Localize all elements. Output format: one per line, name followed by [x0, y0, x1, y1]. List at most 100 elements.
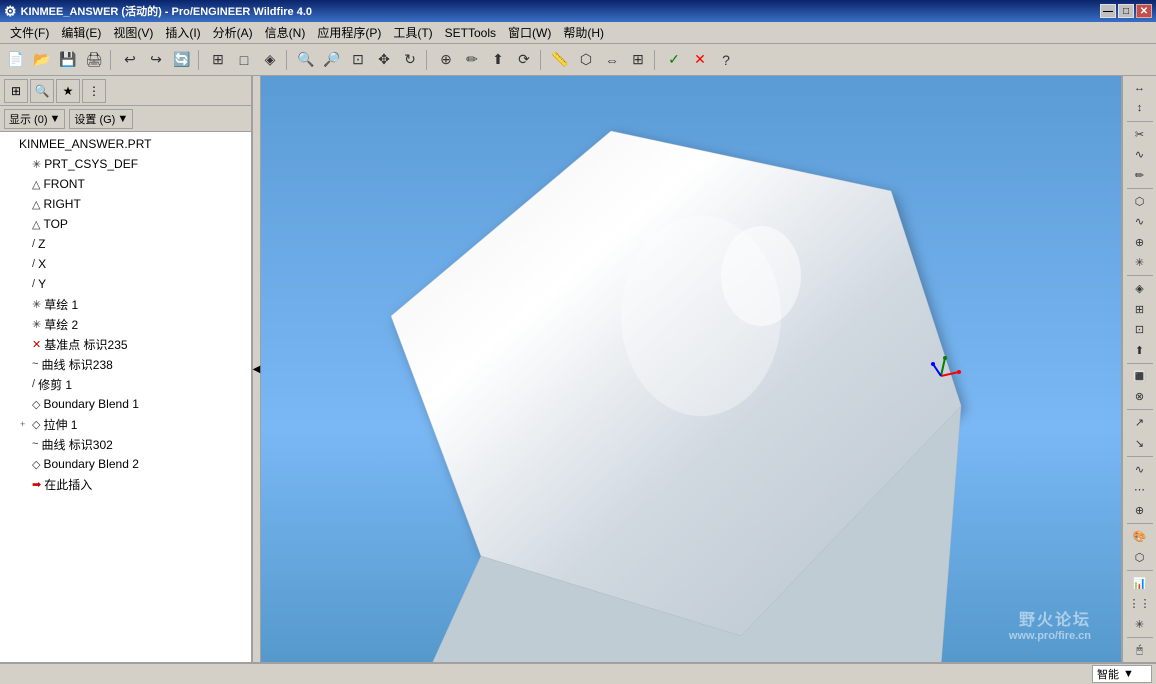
tree-item-right[interactable]: △RIGHT [0, 194, 251, 214]
rt-btn-24[interactable]: ⋮⋮ [1126, 594, 1154, 613]
display-dropdown[interactable]: 显示 (0) ▼ [4, 109, 65, 129]
left-tb-grid[interactable]: ⊞ [4, 79, 28, 103]
left-tb-filter[interactable]: 🔍 [30, 79, 54, 103]
menu-file[interactable]: 文件(F) [4, 22, 55, 43]
toolbar-sep3 [286, 50, 290, 70]
tree-icon-curve238: ~ [32, 358, 38, 370]
toolbar-help2[interactable]: ? [714, 48, 738, 72]
tree-item-insert_here[interactable]: ➡在此插入 [0, 474, 251, 494]
rt-btn-2[interactable]: ↕ [1126, 98, 1154, 117]
rt-btn-23[interactable]: 📊 [1126, 574, 1154, 593]
toolbar-sketch[interactable]: ✏ [460, 48, 484, 72]
menu-view[interactable]: 视图(V) [107, 22, 159, 43]
rt-btn-6[interactable]: ⬡ [1126, 192, 1154, 211]
rt-btn-17[interactable]: ↘ [1126, 434, 1154, 453]
tree-item-x[interactable]: /X [0, 254, 251, 274]
menu-edit[interactable]: 编辑(E) [55, 22, 107, 43]
tree-item-front[interactable]: △FRONT [0, 174, 251, 194]
tree-item-z[interactable]: /Z [0, 234, 251, 254]
toolbar-print[interactable]: 🖨 [82, 48, 106, 72]
rt-btn-12[interactable]: ⊡ [1126, 320, 1154, 339]
minimize-button[interactable]: — [1100, 4, 1116, 18]
tree-item-curve302[interactable]: ~曲线 标识302 [0, 434, 251, 454]
rt-btn-19[interactable]: ⋯ [1126, 480, 1154, 499]
tree-item-trim1[interactable]: /修剪 1 [0, 374, 251, 394]
rt-btn-20[interactable]: ⊕ [1126, 501, 1154, 520]
toolbar-measure[interactable]: 📏 [548, 48, 572, 72]
toolbar-zoom-in[interactable]: 🔍 [294, 48, 318, 72]
rt-btn-5[interactable]: ✏ [1126, 165, 1154, 184]
toolbar-shade[interactable]: ◈ [258, 48, 282, 72]
toolbar-surface[interactable]: ⬡ [574, 48, 598, 72]
tree-item-sketch2[interactable]: ✳草绘 2 [0, 314, 251, 334]
toolbar-save[interactable]: 💾 [56, 48, 80, 72]
tree-item-extrude1[interactable]: +◇拉伸 1 [0, 414, 251, 434]
rt-btn-15[interactable]: ⊗ [1126, 387, 1154, 406]
tree-item-datum235[interactable]: ✕基准点 标识235 [0, 334, 251, 354]
rt-btn-25[interactable]: ✳ [1126, 614, 1154, 633]
toolbar-undo[interactable]: ↩ [118, 48, 142, 72]
settings-dropdown[interactable]: 设置 (G) ▼ [69, 109, 133, 129]
rt-btn-22[interactable]: ⬡ [1126, 547, 1154, 566]
toolbar-revolve[interactable]: ⟳ [512, 48, 536, 72]
left-panel-toolbar: ⊞ 🔍 ★ ⋮ [0, 76, 251, 106]
rt-btn-21[interactable]: 🎨 [1126, 527, 1154, 546]
toolbar-view2[interactable]: □ [232, 48, 256, 72]
rt-btn-18[interactable]: ∿ [1126, 460, 1154, 479]
tree-item-bb2[interactable]: ◇Boundary Blend 2 [0, 454, 251, 474]
rt-btn-13[interactable]: ⬆ [1126, 340, 1154, 359]
menu-info[interactable]: 信息(N) [259, 22, 312, 43]
menu-help[interactable]: 帮助(H) [557, 22, 610, 43]
rt-btn-3[interactable]: ✂ [1126, 125, 1154, 144]
toolbar-extrude[interactable]: ⬆ [486, 48, 510, 72]
tree-item-root[interactable]: KINMEE_ANSWER.PRT [0, 134, 251, 154]
toolbar-mirror[interactable]: ⇔ [600, 48, 624, 72]
toolbar-view1[interactable]: ⊞ [206, 48, 230, 72]
tree-item-prt_csys[interactable]: ✳PRT_CSYS_DEF [0, 154, 251, 174]
toolbar-new[interactable]: 📄 [4, 48, 28, 72]
menu-insert[interactable]: 插入(I) [159, 22, 206, 43]
rt-btn-8[interactable]: ⊕ [1126, 232, 1154, 251]
rt-btn-7[interactable]: ∿ [1126, 212, 1154, 231]
rt-btn-14[interactable]: 🔳 [1126, 367, 1154, 386]
rt-sep5 [1127, 409, 1153, 410]
rt-btn-26[interactable]: 🖱 [1126, 641, 1154, 660]
rt-btn-11[interactable]: ⊞ [1126, 300, 1154, 319]
rt-btn-16[interactable]: ↗ [1126, 413, 1154, 432]
toolbar-open[interactable]: 📂 [30, 48, 54, 72]
left-panel: ⊞ 🔍 ★ ⋮ 显示 (0) ▼ 设置 (G) ▼ KINMEE_ANSWER.… [0, 76, 253, 662]
tree-item-curve238[interactable]: ~曲线 标识238 [0, 354, 251, 374]
tree-item-top[interactable]: △TOP [0, 214, 251, 234]
rt-btn-9[interactable]: ✳ [1126, 253, 1154, 272]
menu-analysis[interactable]: 分析(A) [207, 22, 259, 43]
rt-btn-4[interactable]: ∿ [1126, 145, 1154, 164]
toolbar-zoom-out[interactable]: 🔎 [320, 48, 344, 72]
toolbar-cancel[interactable]: ✕ [688, 48, 712, 72]
viewport[interactable]: 野火论坛 www.pro/fire.cn [261, 76, 1121, 662]
panel-collapse-handle[interactable]: ◀ [253, 76, 261, 662]
toolbar-rotate[interactable]: ↻ [398, 48, 422, 72]
status-mode-dropdown[interactable]: 智能 ▼ [1092, 665, 1152, 683]
settings-label: 设置 (G) [74, 111, 115, 127]
rt-btn-10[interactable]: ◈ [1126, 279, 1154, 298]
toolbar-redo[interactable]: ↪ [144, 48, 168, 72]
toolbar-datum[interactable]: ⊕ [434, 48, 458, 72]
tree-item-bb1[interactable]: ◇Boundary Blend 1 [0, 394, 251, 414]
toolbar-pan[interactable]: ✥ [372, 48, 396, 72]
left-tb-sort[interactable]: ★ [56, 79, 80, 103]
tree-label-insert_here: 在此插入 [44, 476, 92, 493]
menu-apps[interactable]: 应用程序(P) [311, 22, 387, 43]
tree-item-y[interactable]: /Y [0, 274, 251, 294]
toolbar-check[interactable]: ✓ [662, 48, 686, 72]
close-button[interactable]: ✕ [1136, 4, 1152, 18]
tree-item-sketch1[interactable]: ✳草绘 1 [0, 294, 251, 314]
toolbar-fit[interactable]: ⊡ [346, 48, 370, 72]
toolbar-pattern[interactable]: ⊞ [626, 48, 650, 72]
menu-settools[interactable]: SETTools [439, 24, 502, 42]
maximize-button[interactable]: □ [1118, 4, 1134, 18]
menu-tools[interactable]: 工具(T) [387, 22, 438, 43]
menu-window[interactable]: 窗口(W) [502, 22, 557, 43]
toolbar-regen[interactable]: 🔄 [170, 48, 194, 72]
left-tb-options[interactable]: ⋮ [82, 79, 106, 103]
rt-btn-1[interactable]: ↔ [1126, 78, 1154, 97]
